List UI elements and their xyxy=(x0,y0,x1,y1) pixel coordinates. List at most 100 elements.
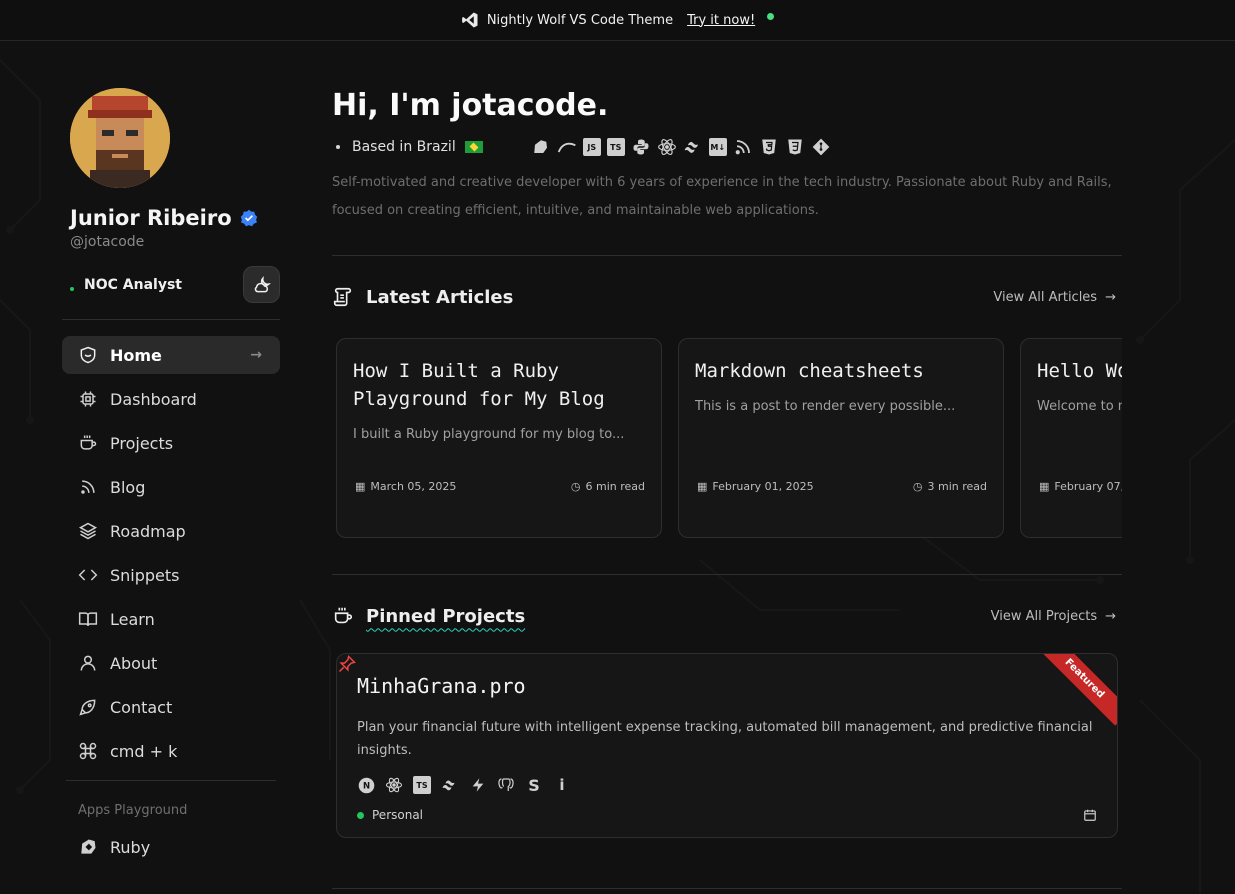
sidebar-item-dashboard[interactable]: Dashboard xyxy=(62,380,280,418)
tailwind-icon xyxy=(683,137,703,157)
article-excerpt: Welcome to my blog xyxy=(1037,399,1122,414)
article-excerpt: This is a post to render every possible.… xyxy=(695,399,956,414)
css3-icon xyxy=(785,137,805,157)
section-divider xyxy=(332,888,1122,889)
rails-icon xyxy=(531,137,551,157)
status-dot xyxy=(70,286,74,291)
cloud-moon-icon xyxy=(254,275,271,292)
sidebar-item-label: Contact xyxy=(110,697,173,717)
banner-text: Nightly Wolf VS Code Theme xyxy=(486,12,674,28)
banner-status-dot xyxy=(767,12,775,20)
sidebar-divider xyxy=(62,319,280,320)
layers-icon xyxy=(78,522,98,540)
clock-icon: ◷ xyxy=(912,480,923,493)
page-title: Hi, I'm jotacode. xyxy=(332,88,609,123)
article-card[interactable]: Markdown cheatsheets This is a post to r… xyxy=(678,338,1004,538)
tailwind-icon xyxy=(441,776,459,794)
section-divider xyxy=(332,255,1122,256)
html5-icon xyxy=(759,137,779,157)
ts-icon: TS xyxy=(413,776,431,794)
ts-icon: TS xyxy=(606,138,625,156)
git-icon xyxy=(811,137,831,157)
sidebar-item-ruby[interactable]: Ruby xyxy=(62,828,280,866)
pinned-projects-title: Pinned Projects xyxy=(366,605,526,627)
cup-icon xyxy=(80,435,97,450)
scroll-icon xyxy=(333,287,352,307)
stripe-icon: S xyxy=(528,775,540,795)
vscode-icon xyxy=(461,12,478,28)
banner-link[interactable]: Try it now! xyxy=(687,13,755,28)
sidebar-item-roadmap[interactable]: Roadmap xyxy=(62,512,280,550)
svg-text:N: N xyxy=(362,781,369,791)
profile-role: NOC Analyst xyxy=(84,276,182,293)
sidebar-item-learn[interactable]: Learn xyxy=(62,600,280,638)
sidebar-item-home[interactable]: Home → xyxy=(62,336,280,374)
view-all-projects-link[interactable]: View All Projects → xyxy=(991,609,1116,624)
rss-icon xyxy=(733,137,753,157)
sidebar-item-command[interactable]: cmd + k xyxy=(62,732,280,770)
arrow-right-icon: → xyxy=(1105,289,1116,305)
calendar-icon: ▦ xyxy=(1039,480,1050,493)
arrow-right-icon: → xyxy=(250,347,262,363)
project-description: Plan your financial future with intellig… xyxy=(357,720,1093,758)
status-dot xyxy=(357,812,364,819)
sidebar-item-label: Learn xyxy=(110,609,155,629)
apps-playground-label: Apps Playground xyxy=(78,803,188,818)
sidebar-item-blog[interactable]: Blog xyxy=(62,468,280,506)
bio-text: Self-motivated and creative developer wi… xyxy=(332,175,1112,218)
location-text: Based in Brazil xyxy=(352,139,456,155)
react-icon xyxy=(657,137,677,157)
article-title: Hello World xyxy=(1037,360,1122,382)
sidebar-item-contact[interactable]: Contact xyxy=(62,688,280,726)
sidebar-item-label: Blog xyxy=(110,477,146,497)
articles-carousel: How I Built a Ruby Playground for My Blo… xyxy=(332,338,1122,538)
python-icon xyxy=(631,137,651,157)
postgres-icon xyxy=(497,776,515,794)
sidebar-divider xyxy=(66,780,276,781)
section-divider xyxy=(332,574,1122,575)
nextjs-icon: N xyxy=(357,776,375,794)
shield-icon xyxy=(80,346,96,364)
react-icon xyxy=(385,776,403,794)
sidebar-item-snippets[interactable]: Snippets xyxy=(62,556,280,594)
view-all-articles-link[interactable]: View All Articles → xyxy=(993,290,1116,305)
sidebar-nav: Home → Dashboard Projects Blog Roadmap S… xyxy=(62,336,280,770)
command-icon xyxy=(79,742,97,760)
article-card[interactable]: How I Built a Ruby Playground for My Blo… xyxy=(336,338,662,538)
project-category: Personal xyxy=(357,808,423,822)
article-title: How I Built a Ruby Playground for My Blo… xyxy=(353,360,605,410)
sidebar-item-label: Ruby xyxy=(110,837,151,857)
sidebar-item-label: Snippets xyxy=(110,565,180,585)
sidebar-item-label: cmd + k xyxy=(110,741,178,761)
sidebar-item-about[interactable]: About xyxy=(62,644,280,682)
chip-icon xyxy=(80,391,96,407)
announcement-banner: Nightly Wolf VS Code Theme Try it now! xyxy=(0,0,1235,41)
view-all-projects-label: View All Projects xyxy=(990,608,1098,624)
main-content: Hi, I'm jotacode. Based in Brazil JS TS … xyxy=(332,88,1122,838)
project-title: MinhaGrana.pro xyxy=(357,674,526,698)
article-excerpt: I built a Ruby playground for my blog to… xyxy=(353,427,625,442)
article-card[interactable]: Hello World Welcome to my blog ▦ February… xyxy=(1020,338,1122,538)
latest-articles-title: Latest Articles xyxy=(366,286,514,308)
profile-name: Junior Ribeiro xyxy=(70,206,232,230)
markdown-icon: M↓ xyxy=(708,138,727,156)
verified-icon xyxy=(240,209,257,227)
clock-icon: ◷ xyxy=(570,480,581,493)
js-icon: JS xyxy=(582,138,601,156)
profile-handle: @jotacode xyxy=(70,234,145,250)
tech-stack: JS TS M↓ xyxy=(531,137,831,157)
calendar-icon xyxy=(1084,809,1096,821)
calendar-icon: ▦ xyxy=(355,480,366,493)
calendar-icon: ▦ xyxy=(697,480,708,493)
article-read-time: 3 min read xyxy=(927,480,987,493)
view-all-articles-label: View All Articles xyxy=(993,289,1098,305)
theme-toggle-button[interactable] xyxy=(243,266,280,303)
arrow-right-icon: → xyxy=(1105,608,1116,624)
project-category-label: Personal xyxy=(372,808,424,822)
article-title: Markdown cheatsheets xyxy=(695,360,924,382)
sidebar-item-projects[interactable]: Projects xyxy=(62,424,280,462)
supabase-icon xyxy=(469,776,487,794)
cup-icon xyxy=(334,607,353,624)
project-card[interactable]: Featured MinhaGrana.pro Plan your financ… xyxy=(336,653,1118,838)
pin-icon xyxy=(338,655,356,673)
